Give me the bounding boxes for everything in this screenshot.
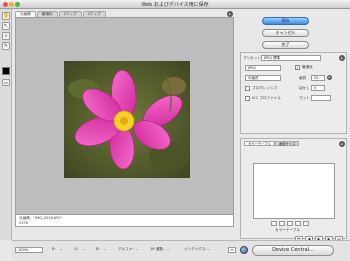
matte-select[interactable]: [311, 95, 331, 101]
hex-label: 16 進数：: [150, 247, 167, 251]
index-label: インデックス：: [184, 247, 210, 251]
blur-input[interactable]: 0: [311, 85, 325, 91]
b-value: --: [104, 247, 107, 251]
settings-panel: 保存 キャンセル 完了 プリセット： JPEG 標準 ▸ JPEG ✓ 最適化 …: [240, 9, 350, 242]
format-select[interactable]: JPEG: [245, 65, 281, 71]
hand-tool-icon[interactable]: ✋: [2, 12, 10, 20]
flower-photo: [64, 61, 190, 178]
icc-profile-label: ICC プロファイル: [252, 96, 281, 100]
hex-value: --: [167, 247, 170, 251]
tab-color-table[interactable]: カラーテーブル: [244, 141, 275, 146]
progressive-label: プログレッシブ: [252, 86, 278, 90]
r-value: --: [60, 247, 63, 251]
color-table-panel: カラーテーブル 画像サイズ ▸ カラーテーブル ⏮ ◀ ▶ ▶ ⏭: [240, 138, 347, 242]
progressive-checkbox[interactable]: [245, 86, 250, 91]
optimize-checkbox[interactable]: ✓: [295, 65, 300, 70]
preset-select[interactable]: JPEG 標準: [261, 55, 321, 61]
r-label: R：: [52, 247, 59, 251]
quality-level-select[interactable]: 中画質: [245, 75, 281, 81]
slice-select-tool-icon[interactable]: ↖: [2, 22, 10, 30]
done-button[interactable]: 完了: [262, 41, 309, 49]
tab-image-size[interactable]: 画像サイズ: [275, 141, 300, 146]
web-snap-icon[interactable]: [279, 221, 285, 226]
index-value: --: [208, 247, 211, 251]
preview-canvas[interactable]: [15, 17, 234, 215]
browser-preview-icon[interactable]: [240, 246, 248, 254]
image-size-label: 237K: [19, 221, 29, 225]
save-button[interactable]: 保存: [262, 17, 309, 25]
matte-label: マット: [299, 96, 310, 100]
status-bar: 100% R： -- G： -- B： -- アルファ： -- 16 進数： -…: [12, 240, 350, 261]
b-label: B：: [96, 247, 103, 251]
icc-profile-checkbox[interactable]: [245, 96, 250, 101]
alpha-value: --: [136, 247, 139, 251]
quality-slider-arrow-icon[interactable]: ▸: [327, 75, 332, 80]
lock-color-icon[interactable]: [271, 221, 277, 226]
tool-strip: ✋ ↖ ⌕ ✎ ▭: [0, 9, 12, 240]
blur-label: ぼかし: [299, 86, 310, 90]
g-label: G：: [74, 247, 81, 251]
quality-label: 画質: [299, 76, 307, 80]
g-value: --: [82, 247, 85, 251]
preview-menu-select[interactable]: ▾: [228, 247, 236, 253]
optimize-menu-icon[interactable]: ▸: [339, 55, 345, 61]
zoom-select[interactable]: 100%: [15, 247, 43, 253]
alpha-label: アルファ：: [118, 247, 136, 251]
device-central-button[interactable]: Device Central...: [252, 245, 334, 256]
eyedropper-color-swatch[interactable]: [2, 67, 10, 75]
cancel-button[interactable]: キャンセル: [262, 29, 309, 37]
new-color-icon[interactable]: [295, 221, 301, 226]
optimize-settings: プリセット： JPEG 標準 ▸ JPEG ✓ 最適化 中画質 画質 30 ▸ …: [240, 52, 347, 134]
toggle-slices-visibility-icon[interactable]: ▭: [2, 79, 10, 86]
optimize-label: 最適化: [302, 65, 313, 69]
color-count-label: カラーテーブル: [275, 228, 300, 232]
image-info-panel: 元画像："IMG_0226.JPG" 237K: [15, 215, 234, 227]
zoom-tool-icon[interactable]: ⌕: [2, 32, 10, 40]
title-bar: Web およびデバイス用に保存: [0, 0, 350, 9]
quality-input[interactable]: 30: [311, 75, 325, 81]
window-title: Web およびデバイス用に保存: [141, 2, 209, 8]
color-table-menu-icon[interactable]: ▸: [339, 141, 345, 147]
eyedropper-tool-icon[interactable]: ✎: [2, 42, 10, 50]
transparent-color-icon[interactable]: [287, 221, 293, 226]
delete-color-icon[interactable]: [303, 221, 309, 226]
color-table-grid[interactable]: [253, 163, 335, 219]
